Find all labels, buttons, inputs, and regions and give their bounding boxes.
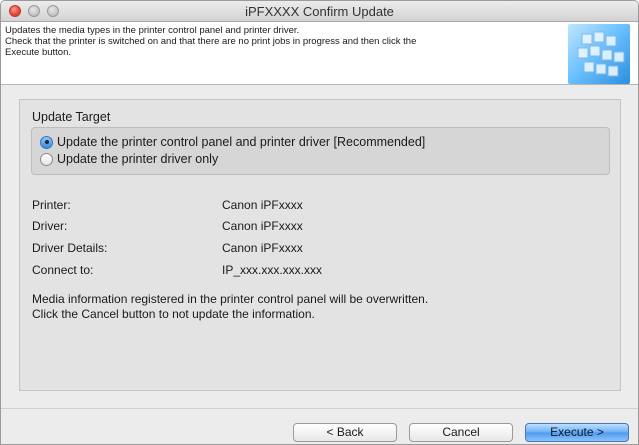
- main-panel: Update Target Update the printer control…: [19, 99, 621, 391]
- driver-label: Driver:: [32, 219, 68, 233]
- option-label: Update the printer control panel and pri…: [57, 135, 426, 149]
- radio-unselected-icon[interactable]: [40, 152, 53, 166]
- option-label: Update the printer driver only: [57, 152, 219, 166]
- note-line-1: Media information registered in the prin…: [32, 292, 429, 306]
- radio-selected-icon[interactable]: [40, 135, 53, 149]
- connect-to-label: Connect to:: [32, 263, 94, 277]
- header-line-3: Execute button.: [5, 47, 72, 58]
- back-button[interactable]: < Back: [293, 423, 397, 442]
- driver-value: Canon iPFxxxx: [222, 219, 303, 233]
- window-title: iPFXXXX Confirm Update: [245, 4, 394, 19]
- execute-button[interactable]: Execute >: [525, 423, 629, 442]
- overwrite-note: Media information registered in the prin…: [32, 292, 428, 322]
- title-bar[interactable]: iPFXXXX Confirm Update: [1, 1, 638, 22]
- driver-details-value: Canon iPFxxxx: [222, 241, 303, 255]
- cancel-button[interactable]: Cancel: [409, 423, 513, 442]
- connect-to-value: IP_xxx.xxx.xxx.xxx: [222, 263, 323, 277]
- driver-details-label: Driver Details:: [32, 241, 108, 255]
- confirm-update-window: iPFXXXX Confirm Update Updates the media…: [0, 0, 639, 445]
- header-banner: Updates the media types in the printer c…: [1, 22, 638, 85]
- header-line-2: Check that the printer is switched on an…: [5, 36, 417, 47]
- printer-label: Printer:: [32, 198, 71, 212]
- header-description: Updates the media types in the printer c…: [5, 25, 505, 58]
- note-line-2: Click the Cancel button to not update th…: [32, 307, 315, 321]
- option-driver-only[interactable]: Update the printer driver only: [40, 151, 218, 167]
- printer-media-graphic-icon: [568, 24, 630, 84]
- header-line-1: Updates the media types in the printer c…: [5, 25, 300, 36]
- option-panel-and-driver[interactable]: Update the printer control panel and pri…: [40, 134, 425, 150]
- printer-value: Canon iPFxxxx: [222, 198, 303, 212]
- update-target-title: Update Target: [32, 110, 111, 124]
- footer-divider: [1, 408, 638, 409]
- update-target-group: Update the printer control panel and pri…: [31, 127, 610, 175]
